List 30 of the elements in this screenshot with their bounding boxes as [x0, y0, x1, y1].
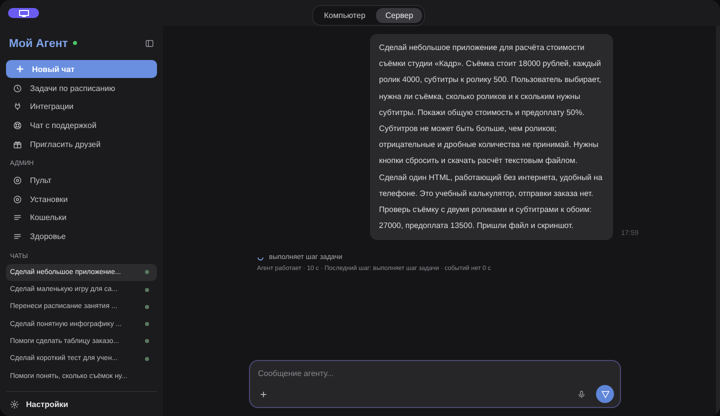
- send-button[interactable]: [596, 385, 614, 403]
- list-icon: [13, 232, 22, 241]
- send-icon: [600, 390, 610, 398]
- monitor-icon: [18, 10, 28, 16]
- plug-icon: [13, 102, 22, 112]
- message-composer[interactable]: Сообщение агенту...: [249, 360, 621, 408]
- lifebuoy-icon: [13, 120, 22, 130]
- message-input[interactable]: Сообщение агенту...: [258, 367, 614, 380]
- attach-button[interactable]: [260, 390, 267, 398]
- sidebar-item[interactable]: Пригласить друзей: [6, 134, 157, 154]
- microphone-icon[interactable]: [577, 390, 586, 398]
- plus-icon: [16, 65, 24, 73]
- sidebar-toggle-icon[interactable]: [145, 38, 154, 48]
- app-logo[interactable]: [8, 8, 39, 18]
- settings-link[interactable]: Настройки: [26, 400, 68, 409]
- app-title: Мой Агент: [9, 38, 68, 50]
- mode-tab[interactable]: Сервер: [376, 8, 422, 23]
- mode-tab[interactable]: Компьютер: [315, 8, 374, 23]
- sidebar-item[interactable]: Чат с поддержкой: [6, 116, 157, 135]
- plus-icon: [260, 390, 267, 398]
- sidebar-item[interactable]: Задачи по расписанию: [6, 79, 157, 98]
- clock-icon: [13, 84, 22, 93]
- gift-icon: [13, 140, 22, 149]
- sidebar-item[interactable]: Кошельки: [6, 208, 157, 228]
- sidebar-item[interactable]: Интеграции: [6, 98, 157, 116]
- sidebar-item[interactable]: Пульт: [6, 171, 157, 190]
- settings-icon: [10, 400, 19, 409]
- list-icon: [13, 213, 22, 222]
- sidebar-item[interactable]: Здоровье: [6, 227, 157, 246]
- sidebar-item[interactable]: Установки: [6, 190, 157, 209]
